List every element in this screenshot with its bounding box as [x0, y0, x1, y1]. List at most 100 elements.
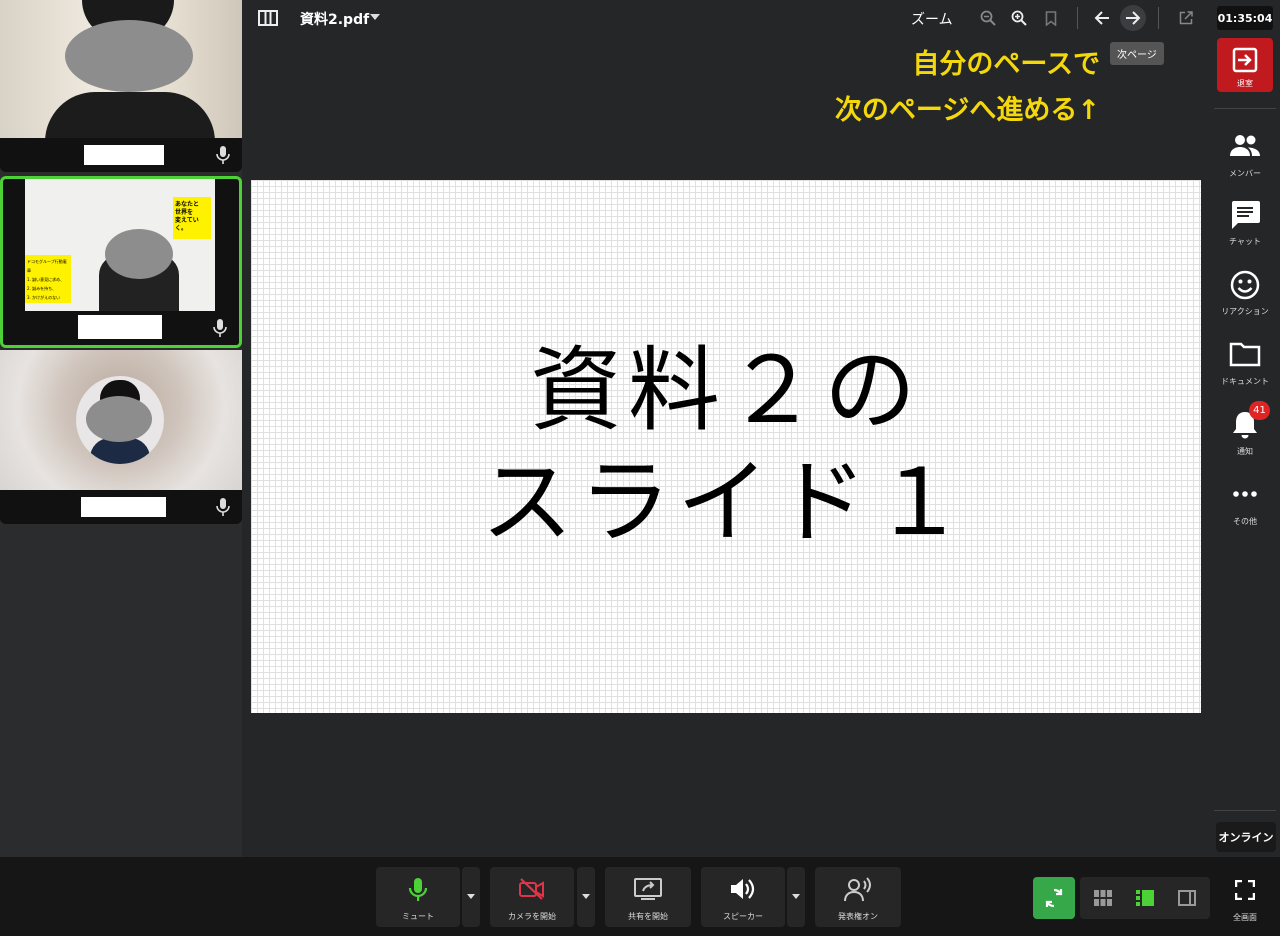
participant-video: あなたと 世界を 変えていく。 ドコモグループ行動憲章 1. 誠い意見に求め、 …: [25, 179, 215, 315]
screen-share-icon: [634, 878, 662, 900]
zoom-in-icon: [1011, 10, 1027, 26]
chat-icon: [1232, 201, 1260, 229]
sidebar-toggle-button[interactable]: [256, 6, 280, 30]
participant-tile[interactable]: [0, 350, 242, 524]
bookmark-icon: [1045, 10, 1057, 26]
notification-badge: 41: [1249, 401, 1270, 420]
presenter-icon: [844, 877, 871, 902]
microphone-icon: [213, 319, 227, 337]
folder-icon: [1229, 342, 1261, 367]
sidebar-item-label: チャット: [1229, 237, 1261, 246]
participant-tile-active[interactable]: あなたと 世界を 変えていく。 ドコモグループ行動憲章 1. 誠い意見に求め、 …: [0, 176, 242, 348]
grid-layout-button[interactable]: [1094, 890, 1112, 910]
sidebar-item-members[interactable]: メンバー: [1210, 132, 1280, 192]
exit-icon: [1232, 47, 1258, 73]
camera-button[interactable]: カメラを開始: [490, 867, 574, 927]
status-badge[interactable]: オンライン: [1216, 822, 1276, 852]
slide-title-line2: スライド１: [480, 448, 971, 556]
participant-video: [0, 350, 242, 490]
presenter-label: 発表権オン: [838, 912, 878, 921]
grid-icon: [1094, 890, 1112, 906]
next-page-button[interactable]: [1121, 6, 1145, 30]
participant-list: あなたと 世界を 変えていく。 ドコモグループ行動憲章 1. 誠い意見に求め、 …: [0, 0, 242, 857]
meeting-timer: 01:35:04: [1217, 6, 1273, 30]
document-toolbar: 資料2.pdf ズーム: [242, 0, 1210, 36]
sidebar-item-documents[interactable]: ドキュメント: [1210, 340, 1280, 400]
arrow-left-icon: [1094, 11, 1109, 25]
presenter-button[interactable]: 発表権オン: [815, 867, 901, 927]
sidebar-item-label: リアクション: [1221, 307, 1269, 316]
video-sticker: あなたと 世界を 変えていく。: [173, 197, 211, 239]
zoom-out-button[interactable]: [976, 6, 1000, 30]
video-sticker: ドコモグループ行動憲章 1. 誠い意見に求め、 2. 誠みを持ち、 3. かけが…: [25, 255, 71, 303]
sidebar-item-more[interactable]: その他: [1210, 484, 1280, 544]
leave-button[interactable]: 退室: [1217, 38, 1273, 92]
layout-switcher: [1080, 877, 1210, 919]
fullscreen-label: 全画面: [1233, 913, 1257, 922]
microphone-icon: [216, 498, 230, 516]
camera-options-button[interactable]: [577, 867, 595, 927]
bookmark-button[interactable]: [1039, 6, 1063, 30]
members-icon: [1230, 135, 1260, 156]
speaker-icon: [731, 879, 755, 899]
microphone-icon: [216, 146, 230, 164]
share-label: 共有を開始: [628, 912, 668, 921]
sidebar-item-label: その他: [1233, 517, 1257, 526]
annotation-line2: 次のページへ進める↑: [834, 95, 1100, 126]
slide-title-line1: 資料２の: [529, 336, 922, 444]
participant-name: [84, 145, 164, 165]
zoom-label: ズーム: [911, 12, 953, 28]
sidebar-item-label: メンバー: [1229, 169, 1261, 178]
focus-layout-button[interactable]: [1178, 890, 1196, 910]
blurred-face: [105, 229, 173, 279]
sidebar-item-label: ドキュメント: [1221, 377, 1269, 386]
sidebar-divider: [1214, 108, 1276, 109]
blurred-face: [65, 20, 193, 92]
chevron-down-icon: [792, 894, 800, 899]
popout-button[interactable]: [1174, 6, 1198, 30]
slide-page: 資料２の スライド１: [251, 180, 1201, 713]
more-icon: [1233, 491, 1257, 497]
previous-page-button[interactable]: [1090, 6, 1114, 30]
camera-off-icon: [519, 878, 544, 900]
sidebar-item-reaction[interactable]: リアクション: [1210, 270, 1280, 330]
sidebar-layout-icon: [1136, 890, 1154, 906]
speaker-label: スピーカー: [723, 912, 763, 921]
sidebar-divider: [1214, 810, 1276, 811]
panel-icon: [1178, 890, 1196, 906]
sync-icon: [1045, 888, 1063, 908]
sync-button[interactable]: [1033, 877, 1075, 919]
chevron-down-icon: [582, 894, 590, 899]
chevron-down-icon: [467, 894, 475, 899]
participant-name: [81, 497, 166, 517]
toolbar-divider: [1077, 7, 1078, 29]
fullscreen-icon: [1235, 880, 1255, 900]
next-page-tooltip: 次ページ: [1110, 42, 1164, 65]
smiley-icon: [1230, 270, 1260, 300]
columns-icon: [258, 10, 278, 26]
sidebar-item-notifications[interactable]: 通知: [1210, 410, 1280, 470]
speaker-options-button[interactable]: [787, 867, 805, 927]
mute-options-button[interactable]: [462, 867, 480, 927]
document-name[interactable]: 資料2.pdf: [300, 9, 369, 29]
participant-tile[interactable]: [0, 0, 242, 172]
zoom-out-icon: [980, 10, 996, 26]
meeting-app: あなたと 世界を 変えていく。 ドコモグループ行動憲章 1. 誠い意見に求め、 …: [0, 0, 1280, 936]
arrow-right-icon: [1126, 11, 1141, 25]
annotation-line1: 自分のペースで: [912, 49, 1100, 80]
mute-label: ミュート: [402, 912, 434, 921]
speaker-button[interactable]: スピーカー: [701, 867, 785, 927]
participant-video: [0, 0, 242, 142]
external-link-icon: [1179, 11, 1193, 25]
sidebar-item-chat[interactable]: チャット: [1210, 200, 1280, 260]
mute-button[interactable]: ミュート: [376, 867, 460, 927]
document-stage: 資料２の スライド１: [242, 36, 1210, 857]
chevron-down-icon[interactable]: [370, 14, 380, 20]
blurred-face: [86, 396, 152, 442]
sidebar-item-label: 通知: [1237, 447, 1253, 456]
sidebar-layout-button[interactable]: [1136, 890, 1154, 910]
fullscreen-button[interactable]: 全画面: [1218, 876, 1272, 926]
participant-name: [78, 315, 162, 339]
share-button[interactable]: 共有を開始: [605, 867, 691, 927]
zoom-in-button[interactable]: [1007, 6, 1031, 30]
